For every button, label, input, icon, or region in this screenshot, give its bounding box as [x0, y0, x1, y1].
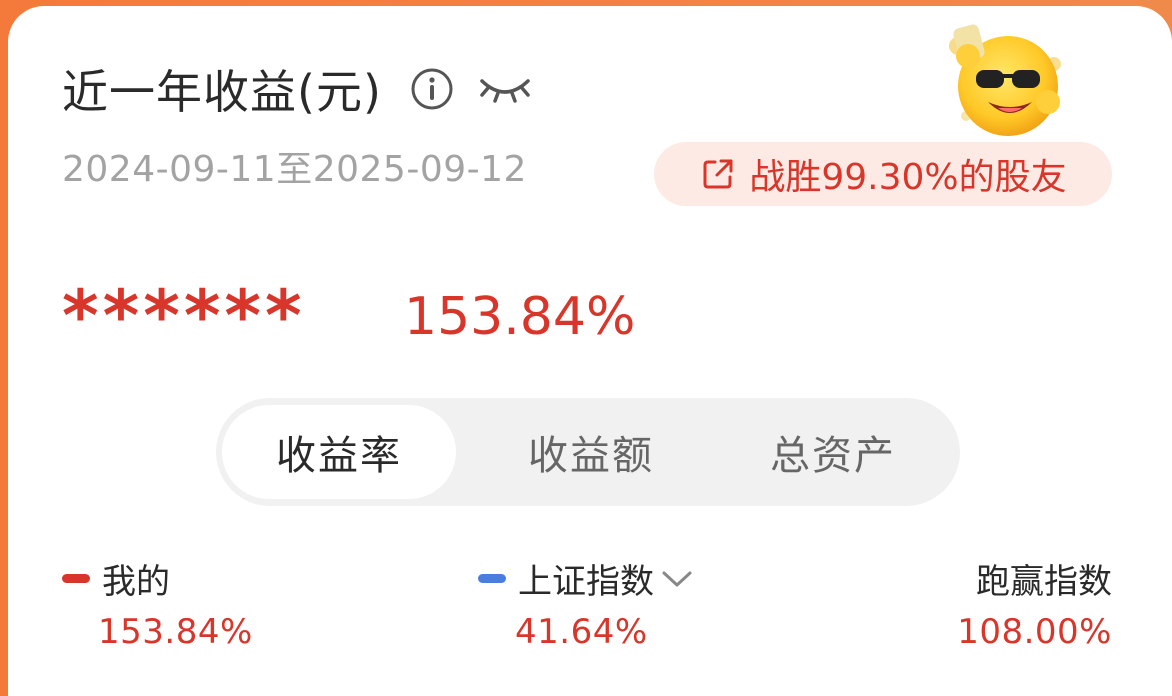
- metric-tabs: 收益率 收益额 总资产: [216, 398, 960, 506]
- earnings-card: 近一年收益(元) 2024-09-11至2025-09-12 战胜99.30%的…: [8, 6, 1172, 696]
- mine-value: 153.84%: [98, 612, 253, 652]
- tab-return-amount[interactable]: 收益额: [470, 405, 712, 499]
- tab-total-assets[interactable]: 总资产: [712, 405, 954, 499]
- beat-peers-label: 战胜99.30%的股友: [749, 157, 1067, 198]
- page-title: 近一年收益(元): [62, 65, 382, 119]
- index-selector[interactable]: 上证指数: [478, 554, 694, 603]
- legend-mine: 我的: [62, 554, 170, 603]
- beat-index-value: 108.00%: [957, 612, 1112, 652]
- tab-return-rate[interactable]: 收益率: [222, 405, 456, 499]
- beat-index-label: 跑赢指数: [976, 562, 1112, 602]
- chevron-down-icon: [662, 571, 692, 586]
- mascot-emoji: [949, 24, 1061, 136]
- info-icon[interactable]: [410, 67, 454, 111]
- share-icon: [703, 159, 733, 189]
- legend-index-label: 上证指数: [518, 562, 654, 602]
- legend-index-swatch: [478, 574, 506, 583]
- legend-beat: 跑赢指数: [976, 554, 1112, 603]
- beat-peers-badge[interactable]: 战胜99.30%的股友: [654, 142, 1112, 206]
- return-rate: 153.84%: [404, 287, 636, 347]
- hidden-amount: ******: [62, 275, 306, 357]
- date-range: 2024-09-11至2025-09-12: [62, 149, 527, 190]
- index-value: 41.64%: [515, 612, 648, 652]
- legend-mine-swatch: [62, 574, 90, 583]
- legend-mine-label: 我的: [102, 562, 170, 602]
- eye-closed-icon[interactable]: [476, 69, 534, 109]
- title-row: 近一年收益(元): [62, 56, 534, 122]
